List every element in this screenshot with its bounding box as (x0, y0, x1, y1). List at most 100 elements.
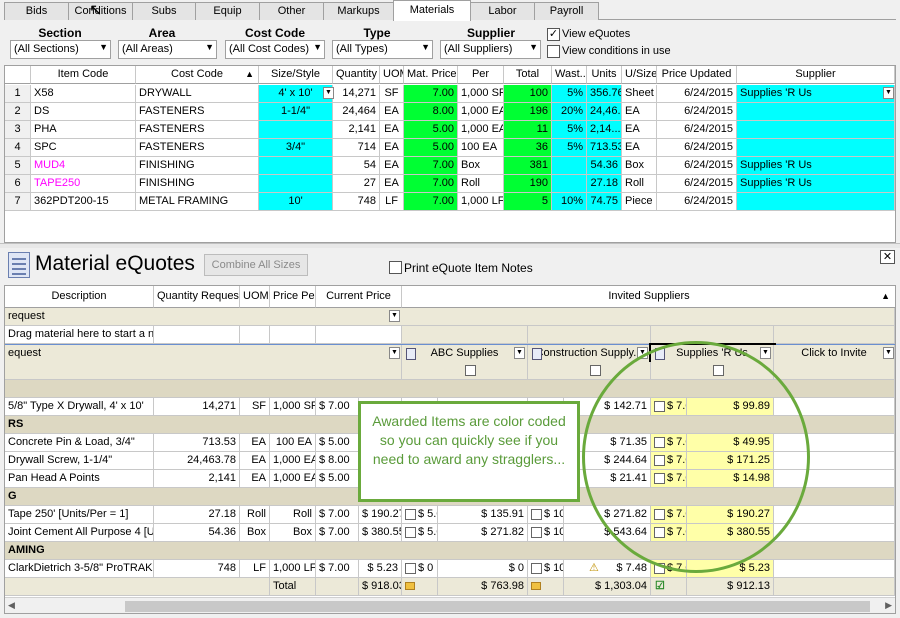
price-per-header[interactable]: Price Per (270, 286, 316, 308)
column-header[interactable]: Supplier (737, 66, 895, 84)
cell-num[interactable]: 3 (5, 121, 31, 139)
dropdown-icon[interactable]: ▼ (389, 310, 400, 322)
cell-uom[interactable]: SF (380, 85, 404, 103)
column-header[interactable]: Cost Code ▲ (136, 66, 259, 84)
cell-size[interactable] (259, 175, 333, 193)
tab-payroll[interactable]: Payroll (534, 2, 599, 20)
cell-item[interactable]: DS (31, 103, 136, 121)
item-description[interactable]: Drywall Screw, 1-1/4" (5, 452, 154, 470)
view-conditions-checkbox[interactable] (547, 45, 560, 58)
tab-other[interactable]: Other (259, 2, 324, 20)
column-header[interactable]: Size/Style (259, 66, 333, 84)
cell-per[interactable]: 1,000 EA (458, 121, 504, 139)
cell-price[interactable]: 8.00 (404, 103, 458, 121)
cell-supplier[interactable] (737, 193, 895, 211)
cell-usize[interactable]: Box (622, 157, 657, 175)
collapse-up-icon[interactable]: ▲ (881, 286, 890, 307)
cell-uom[interactable]: EA (380, 157, 404, 175)
select-all-checkbox[interactable] (465, 365, 476, 376)
current-price-header[interactable]: Current Price (316, 286, 402, 308)
cell-uom[interactable]: EA (380, 103, 404, 121)
cell-waste[interactable] (552, 175, 587, 193)
cell-qty[interactable]: 54 (333, 157, 380, 175)
cell-uom[interactable]: EA (380, 121, 404, 139)
award-checkbox[interactable] (405, 563, 416, 574)
cell-per[interactable]: 1,000 LF (458, 193, 504, 211)
cell-units[interactable]: 2,14... (587, 121, 622, 139)
description-header[interactable]: Description (5, 286, 154, 308)
cell-item[interactable]: MUD4 (31, 157, 136, 175)
column-header[interactable]: UOM (380, 66, 404, 84)
cell-updated[interactable]: 6/24/2015 (657, 157, 737, 175)
award-checkbox[interactable] (531, 527, 542, 538)
scroll-right-icon[interactable]: ▶ (885, 600, 892, 611)
cell-units[interactable]: 27.18 (587, 175, 622, 193)
cell-updated[interactable]: 6/24/2015 (657, 103, 737, 121)
item-description[interactable]: ClarkDietrich 3-5/8" ProTRAK ... (5, 560, 154, 578)
column-header[interactable]: U/Size (622, 66, 657, 84)
cell-cost[interactable]: FASTENERS (136, 139, 259, 157)
cell-per[interactable]: 1,000 SF (458, 85, 504, 103)
cell-waste[interactable] (552, 157, 587, 175)
cell-per[interactable]: 1,000 EA (458, 103, 504, 121)
cell-usize[interactable]: EA (622, 103, 657, 121)
cell-units[interactable]: 54.36 (587, 157, 622, 175)
cell-size[interactable]: 4' x 10' (259, 85, 333, 103)
chevron-down-icon[interactable]: ▼ (514, 347, 525, 359)
item-description[interactable]: 5/8" Type X Drywall, 4' x 10' (5, 398, 154, 416)
cell-supplier[interactable]: Supplies 'R Us (737, 175, 895, 193)
item-description[interactable]: Joint Cement All Purpose 4 [Un... (5, 524, 154, 542)
cell-usize[interactable]: Sheet (622, 85, 657, 103)
cell-qty[interactable]: 714 (333, 139, 380, 157)
qty-requested-header[interactable]: Quantity Request... (154, 286, 240, 308)
cell-updated[interactable]: 6/24/2015 (657, 139, 737, 157)
award-checkbox[interactable] (405, 527, 416, 538)
cell-total[interactable]: 381 (504, 157, 552, 175)
cell-cost[interactable]: FASTENERS (136, 121, 259, 139)
cell-waste[interactable]: 20% (552, 103, 587, 121)
award-checkbox[interactable] (405, 509, 416, 520)
dropdown-icon[interactable]: ▼ (389, 347, 400, 359)
item-description[interactable]: Tape 250' [Units/Per = 1] (5, 506, 154, 524)
cell-updated[interactable]: 6/24/2015 (657, 121, 737, 139)
supplier-column-header[interactable]: ABC Supplies ▼ (402, 345, 528, 363)
cell-cost[interactable]: FINISHING (136, 157, 259, 175)
table-row[interactable]: 3 PHA FASTENERS 2,141 EA 5.00 1,000 EA 11 5% 2,14… (5, 121, 895, 139)
cell-item[interactable]: TAPE250 (31, 175, 136, 193)
cell-num[interactable]: 2 (5, 103, 31, 121)
column-header[interactable]: Total (504, 66, 552, 84)
cell-uom[interactable]: EA (380, 139, 404, 157)
table-row[interactable]: 1 X58 DRYWALL 4' x 10' 14,271 SF 7.00 1,000 SF 1… (5, 85, 895, 103)
cell-total[interactable]: 5 (504, 193, 552, 211)
table-row[interactable]: 4 SPC FASTENERS 3/4" 714 EA 5.00 100 EA 36 5% 713.… (5, 139, 895, 157)
cell-qty[interactable]: 14,271 (333, 85, 380, 103)
cell-num[interactable]: 6 (5, 175, 31, 193)
cell-price[interactable]: 7.00 (404, 85, 458, 103)
splitter-bar[interactable] (0, 243, 900, 248)
cell-size[interactable]: 3/4" (259, 139, 333, 157)
cell-size[interactable]: 1-1/4" (259, 103, 333, 121)
column-header[interactable]: Price Updated (657, 66, 737, 84)
cell-units[interactable]: 713.53 (587, 139, 622, 157)
award-checkbox[interactable] (531, 563, 542, 574)
cell-units[interactable]: 356.76 (587, 85, 622, 103)
cell-updated[interactable]: 6/24/2015 (657, 193, 737, 211)
cell-waste[interactable]: 5% (552, 85, 587, 103)
cell-price[interactable]: 5.00 (404, 139, 458, 157)
cell-updated[interactable]: 6/24/2015 (657, 175, 737, 193)
cell-supplier[interactable] (737, 103, 895, 121)
cell-num[interactable]: 5 (5, 157, 31, 175)
column-header[interactable]: Item Code (31, 66, 136, 84)
view-equotes-checkbox[interactable]: ✓ (547, 28, 560, 41)
cell-supplier[interactable] (737, 139, 895, 157)
cell-price[interactable]: 7.00 (404, 193, 458, 211)
cell-size[interactable] (259, 121, 333, 139)
table-row[interactable]: 7 362PDT200-15 METAL FRAMING 10' 748 LF 7.00 1,… (5, 193, 895, 211)
horizontal-scrollbar[interactable]: ◀ ▶ (5, 597, 895, 613)
column-header[interactable]: Wast... (552, 66, 587, 84)
cell-waste[interactable]: 5% (552, 139, 587, 157)
cell-usize[interactable]: EA (622, 139, 657, 157)
supplier-filter-select[interactable]: (All Suppliers) ▼ (440, 40, 541, 59)
cell-qty[interactable]: 2,141 (333, 121, 380, 139)
cell-item[interactable]: PHA (31, 121, 136, 139)
